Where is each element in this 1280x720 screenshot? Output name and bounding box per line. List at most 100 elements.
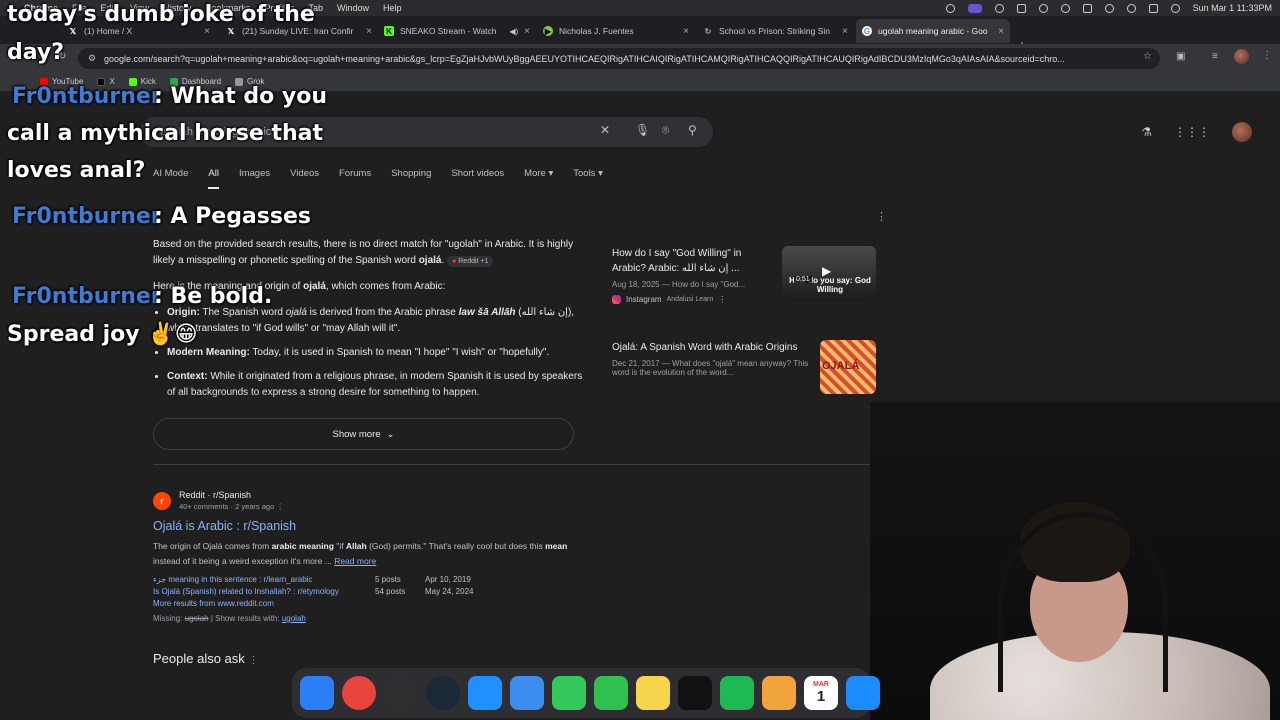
video-thumbnail[interactable]: OJALÁ — [820, 340, 876, 394]
apps-grid-icon[interactable]: ⋮⋮⋮ — [1174, 125, 1210, 139]
more-options-icon[interactable]: ⋮ — [248, 655, 258, 666]
source-chip[interactable]: ● Reddit +1 — [447, 256, 494, 267]
more-results-link[interactable]: More results from www.reddit.com — [153, 599, 583, 608]
snippet-text: The origin of Ojalá comes from — [153, 541, 272, 551]
status-icon[interactable] — [945, 3, 955, 13]
bookmark-star-icon[interactable]: ☆ — [1143, 51, 1152, 62]
tab-all[interactable]: All — [208, 168, 219, 189]
snippet-text: (God) permits." That's really cool but d… — [366, 541, 546, 551]
account-area: ⚗ ⋮⋮⋮ — [1141, 122, 1252, 142]
menu-dots-icon[interactable]: ⋮ — [1262, 50, 1272, 61]
battery-icon[interactable] — [1082, 3, 1092, 13]
tab-ai-mode[interactable]: AI Mode — [153, 168, 188, 189]
tab-images[interactable]: Images — [239, 168, 270, 189]
search-result-reddit: r Reddit · r/Spanish 40+ comments · 2 ye… — [153, 490, 583, 623]
video-card-1[interactable]: How do I say "God Willing" in Arabic? Ar… — [612, 246, 877, 304]
mail-icon[interactable] — [510, 676, 544, 710]
more-options-icon[interactable]: ⋮ — [718, 295, 726, 304]
app-store-icon[interactable] — [846, 676, 880, 710]
menu-help[interactable]: Help — [383, 3, 402, 13]
site-info-icon[interactable]: ⚙ — [88, 53, 96, 64]
ai-overview-options-icon[interactable]: ⋮ — [876, 210, 887, 223]
sub-result-link[interactable]: جزء meaning in this sentence : r/learn_a… — [153, 575, 375, 584]
speaker-icon[interactable]: ◀) — [509, 27, 518, 36]
chat-line: : A Pegasses — [154, 204, 311, 229]
result-title-link[interactable]: Ojalá is Arabic : r/Spanish — [153, 519, 583, 533]
video-card-2[interactable]: Ojalá: A Spanish Word with Arabic Origin… — [612, 340, 877, 394]
ai-paragraph-1: Based on the provided search results, th… — [153, 237, 583, 269]
steam-icon[interactable] — [426, 676, 460, 710]
tab-title: Nicholas J. Fuentes — [559, 26, 634, 36]
tab-title: (1) Home / X — [84, 26, 133, 36]
close-tab-icon[interactable]: × — [683, 26, 689, 37]
tab-more[interactable]: More ▾ — [524, 168, 553, 189]
section-divider — [153, 464, 870, 465]
obs-icon[interactable] — [384, 676, 418, 710]
chat-username: Fr0ntburner — [12, 284, 162, 309]
tab-shopping[interactable]: Shopping — [391, 168, 431, 189]
close-icon[interactable]: ✕ — [600, 123, 610, 137]
close-tab-icon[interactable]: × — [842, 26, 848, 37]
tab-4[interactable]: ↻ School vs Prison: Striking Sin × — [703, 19, 848, 43]
ai-bullet-modern-meaning: Modern Meaning: Today, it is used in Spa… — [167, 345, 583, 361]
tab-short-videos[interactable]: Short videos — [451, 168, 504, 189]
tab-tools[interactable]: Tools ▾ — [573, 168, 603, 189]
show-with-link[interactable]: ugolah — [282, 614, 306, 623]
extensions-icon[interactable]: ▣ — [1176, 51, 1185, 62]
eye-icon[interactable] — [994, 3, 1004, 13]
video-title: How do I say "God Willing" in Arabic? Ar… — [612, 248, 742, 274]
wifi-icon[interactable] — [1104, 3, 1114, 13]
chat-username: Fr0ntburner — [12, 204, 162, 229]
video-source-name: Instagram — [626, 295, 662, 304]
spotify-icon[interactable] — [720, 676, 754, 710]
address-bar[interactable]: ⚙ google.com/search?q=ugolah+meaning+ara… — [78, 48, 1160, 69]
screen-share-icon[interactable] — [967, 3, 982, 13]
chevron-down-icon: ▾ — [598, 168, 603, 179]
video-meta: Aug 18, 2025 — How do I say "God... — [612, 280, 746, 289]
spotlight-search-icon[interactable] — [1126, 3, 1136, 13]
headphones-icon[interactable] — [1038, 3, 1048, 13]
notes-icon[interactable] — [636, 676, 670, 710]
camera-icon[interactable]: ⌾ — [662, 123, 669, 138]
more-options-icon[interactable]: ⋮ — [276, 502, 284, 511]
result-header[interactable]: r Reddit · r/Spanish 40+ comments · 2 ye… — [153, 490, 583, 511]
downloads-icon[interactable]: ≡ — [1212, 51, 1218, 62]
tab-forums[interactable]: Forums — [339, 168, 371, 189]
video-thumbnail[interactable]: How do you say: God Willing 0:51 ▶ — [782, 246, 876, 300]
google-account-avatar[interactable] — [1232, 122, 1252, 142]
menubar-clock[interactable]: Sun Mar 1 11:33PM — [1193, 3, 1272, 13]
tab-3[interactable]: ▶ Nicholas J. Fuentes × — [543, 19, 689, 43]
facetime-icon[interactable] — [594, 676, 628, 710]
tab-5-active[interactable]: G ugolah meaning arabic - Goo × — [856, 19, 1010, 43]
tab-videos[interactable]: Videos — [290, 168, 319, 189]
photos-icon[interactable] — [762, 676, 796, 710]
bullet-phrase: law šā Allāh — [458, 307, 516, 318]
snippet-bold: mean — [545, 541, 568, 551]
close-tab-icon[interactable]: × — [524, 26, 530, 37]
tab-2[interactable]: K SNEAKO Stream - Watch ◀) × — [384, 19, 530, 43]
overlay-heading: today's dumb joke of the — [7, 2, 315, 27]
control-center-icon[interactable] — [1148, 3, 1158, 13]
close-tab-icon[interactable]: × — [366, 26, 372, 37]
search-icon[interactable]: ⚲ — [688, 123, 697, 137]
mic-icon[interactable]: 🎙 — [635, 123, 650, 137]
chrome-icon[interactable] — [342, 676, 376, 710]
capcut-icon[interactable] — [678, 676, 712, 710]
finder-icon[interactable] — [300, 676, 334, 710]
play-icon[interactable] — [1060, 3, 1070, 13]
sub-result-link[interactable]: Is Ojalá (Spanish) related to Inshallah?… — [153, 587, 375, 596]
close-tab-icon[interactable]: × — [998, 26, 1004, 37]
show-more-button[interactable]: Show more ⌄ — [153, 418, 574, 450]
profile-avatar[interactable] — [1234, 49, 1249, 64]
menu-window[interactable]: Window — [337, 3, 369, 13]
messages-icon[interactable] — [552, 676, 586, 710]
video-title: Ojalá: A Spanish Word with Arabic Origin… — [612, 342, 798, 353]
calendar-icon[interactable]: MAR 1 — [804, 676, 838, 710]
safari-icon[interactable] — [468, 676, 502, 710]
siri-icon[interactable] — [1170, 3, 1180, 13]
cast-icon[interactable] — [1016, 3, 1026, 13]
snippet-text: "if — [333, 541, 346, 551]
close-tab-icon[interactable]: × — [204, 26, 210, 37]
read-more-link[interactable]: Read more — [334, 556, 376, 566]
labs-flask-icon[interactable]: ⚗ — [1141, 125, 1152, 139]
